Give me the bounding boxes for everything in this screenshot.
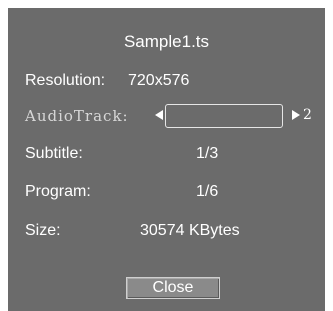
subtitle-value: 1/3 [196,145,219,162]
resolution-value: 720x576 [128,72,190,89]
audiotrack-selector[interactable] [165,104,283,128]
resolution-label: Resolution: [25,72,106,89]
audiotrack-next-icon[interactable] [292,110,300,120]
program-label: Program: [25,183,91,200]
audiotrack-prev-icon[interactable] [155,110,163,120]
size-label: Size: [25,222,61,239]
dialog-title: Sample1.ts [123,32,210,51]
subtitle-label: Subtitle: [25,145,83,162]
audiotrack-label: AudioTrack: [25,107,129,125]
file-info-dialog: Sample1.ts Resolution: 720x576 AudioTrac… [8,8,325,311]
size-value: 30574 KBytes [140,222,240,239]
close-button[interactable]: Close [126,277,220,299]
program-value: 1/6 [196,183,219,200]
audiotrack-count: 2 [303,107,312,123]
